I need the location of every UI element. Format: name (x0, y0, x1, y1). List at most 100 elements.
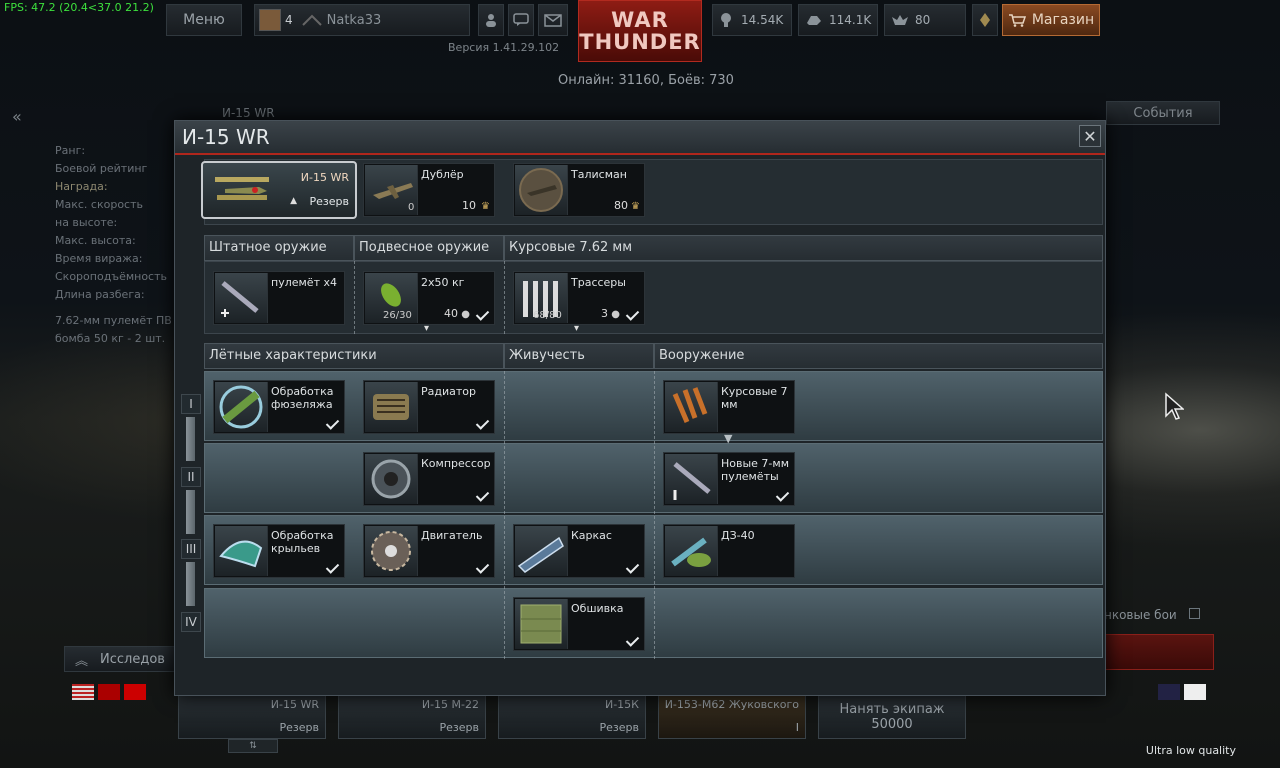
check-icon (476, 419, 489, 429)
crew-slot-4[interactable]: И-153-М62 Жуковского I (658, 694, 806, 739)
dialog-header: И-15 WR ✕ (175, 121, 1105, 155)
uk-flag-icon[interactable] (1158, 684, 1180, 700)
fuselage-icon (215, 382, 268, 432)
mod-cover-name: Обшивка (571, 602, 624, 615)
research-tab[interactable]: ︽ Исследов (64, 646, 176, 672)
collapse-left-icon[interactable]: « (12, 107, 22, 126)
crew-slot-1[interactable]: И-15 WR Резерв (178, 694, 326, 739)
shop-button[interactable]: Магазин (1002, 4, 1100, 36)
rank-chevron-icon (301, 14, 322, 26)
country-flags-right[interactable] (1158, 684, 1218, 744)
silver-lion-icon (721, 13, 731, 27)
mod-fuselage-name: Обработка фюзеляжа (271, 385, 334, 411)
vehicle-status: Резерв (309, 195, 349, 208)
cover-icon (515, 599, 568, 649)
backup-crew-slot[interactable]: Дублёр 0 10 ♛ (363, 163, 495, 217)
golden-eagle-icon (892, 15, 908, 25)
vehicle-card[interactable]: И-15 WR ▲ Резерв (201, 161, 357, 219)
belt-slot[interactable]: Трассеры 68/80 3 ● ▾ (513, 271, 645, 334)
biplane-icon (215, 177, 269, 200)
mod-radiator[interactable]: Радиатор (363, 380, 495, 434)
close-icon: ✕ (1083, 126, 1097, 146)
tier-3-label: III (181, 539, 201, 559)
check-icon (476, 563, 489, 573)
machine-gun-icon (215, 273, 268, 323)
backup-crew-name: Дублёр (421, 168, 464, 181)
weapons-divider-1 (354, 261, 355, 334)
fps-counter: FPS: 47.2 (20.4<37.0 21.2) (4, 1, 154, 14)
mods-divider-1 (504, 371, 505, 659)
premium-button[interactable] (972, 4, 998, 36)
check-icon (326, 419, 339, 429)
belt-ammo: 68/80 (533, 310, 562, 321)
war-thunder-logo: WAR THUNDER (578, 0, 702, 62)
mod-engine[interactable]: Двигатель (363, 524, 495, 578)
mod-new-machine-guns-name: Новые 7-мм пулемёты (721, 457, 789, 483)
modifications-dialog: И-15 WR ✕ И-15 WR ▲ Резерв Дублёр 0 10 ♛… (174, 120, 1106, 696)
mod-bomb-rack[interactable]: ДЗ-40 (663, 524, 795, 578)
header-suspended-weapons: Подвесное оружие (354, 235, 504, 261)
friends-button[interactable] (478, 4, 504, 36)
mod-wings[interactable]: Обработка крыльев (213, 524, 345, 578)
country-flags-left[interactable] (72, 684, 148, 744)
golden-eagle-icon: ♛ (631, 201, 640, 212)
mod-radiator-name: Радиатор (421, 385, 476, 398)
talisman-icon (515, 165, 568, 215)
mod-course-guns-name: Курсовые 7 мм (721, 385, 788, 411)
hire-crew-button[interactable]: Нанять экипаж 50000 (818, 694, 966, 739)
bomb-slot[interactable]: 2x50 кг 26/30 40 ● ▾ (363, 271, 495, 334)
chevron-down-icon: ▾ (574, 323, 580, 334)
mod-compressor-name: Компрессор (421, 457, 491, 470)
tank-battles-toggle[interactable]: нковые бои (1104, 608, 1200, 622)
weapons-divider-2 (504, 261, 505, 334)
tier-2-label: II (181, 467, 201, 487)
reserve-arrow-icon: ▲ (290, 196, 297, 206)
battle-button-glow[interactable] (1104, 634, 1214, 670)
talisman-cost: 80 (614, 199, 628, 212)
swap-arrows-icon[interactable]: ⇅ (228, 739, 278, 753)
vehicle-name: И-15 WR (300, 171, 349, 184)
mod-wings-name: Обработка крыльев (271, 529, 334, 555)
crew-slot-2[interactable]: И-15 М-22 Резерв (338, 694, 486, 739)
menu-button[interactable]: Меню (166, 4, 242, 36)
mod-frame[interactable]: Каркас (513, 524, 645, 578)
mail-button[interactable] (538, 4, 568, 36)
silver-lion-icon: ● (611, 309, 620, 320)
close-button[interactable]: ✕ (1079, 125, 1101, 147)
ussr-flag-icon[interactable] (124, 684, 146, 700)
checkbox[interactable] (1188, 608, 1200, 619)
talisman-slot[interactable]: Талисман 80 ♛ (513, 163, 645, 217)
check-icon (626, 563, 639, 573)
mouse-cursor-icon (1165, 392, 1184, 420)
mod-course-guns[interactable]: Курсовые 7 мм ▼ (663, 380, 795, 445)
dialog-title: И-15 WR (182, 125, 270, 149)
cart-icon (1008, 14, 1026, 27)
tier-4-label: IV (181, 612, 201, 632)
silver-lion-icon: ● (461, 309, 470, 320)
germany-flag-icon[interactable] (98, 684, 120, 700)
mod-new-machine-guns[interactable]: Новые 7-мм пулемёты (663, 452, 795, 506)
premium-icon (980, 13, 990, 27)
engine-icon (365, 526, 418, 576)
talisman-name: Талисман (571, 168, 627, 181)
chat-button[interactable] (508, 4, 534, 36)
silver-lions-balance: 14.54K (712, 4, 792, 36)
primary-weapon-slot[interactable]: пулемёт x4 (213, 271, 345, 325)
profile-panel[interactable]: 4 Natka33 (254, 4, 470, 36)
crew-slot-3[interactable]: И-15К Резерв (498, 694, 646, 739)
japan-flag-icon[interactable] (1184, 684, 1206, 700)
avatar (259, 9, 281, 31)
frame-icon (515, 526, 568, 576)
double-chevron-up-icon: ︽ (75, 653, 89, 669)
mod-cover[interactable]: Обшивка (513, 597, 645, 651)
game-version: Версия 1.41.29.102 (448, 41, 560, 54)
mod-fuselage[interactable]: Обработка фюзеляжа (213, 380, 345, 434)
mod-compressor[interactable]: Компрессор (363, 452, 495, 506)
chat-icon (513, 13, 529, 26)
header-belts: Курсовые 7.62 мм (504, 235, 1103, 261)
header-survivability: Живучесть (504, 343, 654, 369)
mod-frame-name: Каркас (571, 529, 612, 542)
events-button[interactable]: События (1106, 101, 1220, 125)
quality-label: Ultra low quality (1145, 744, 1236, 757)
usa-flag-icon[interactable] (72, 684, 94, 700)
